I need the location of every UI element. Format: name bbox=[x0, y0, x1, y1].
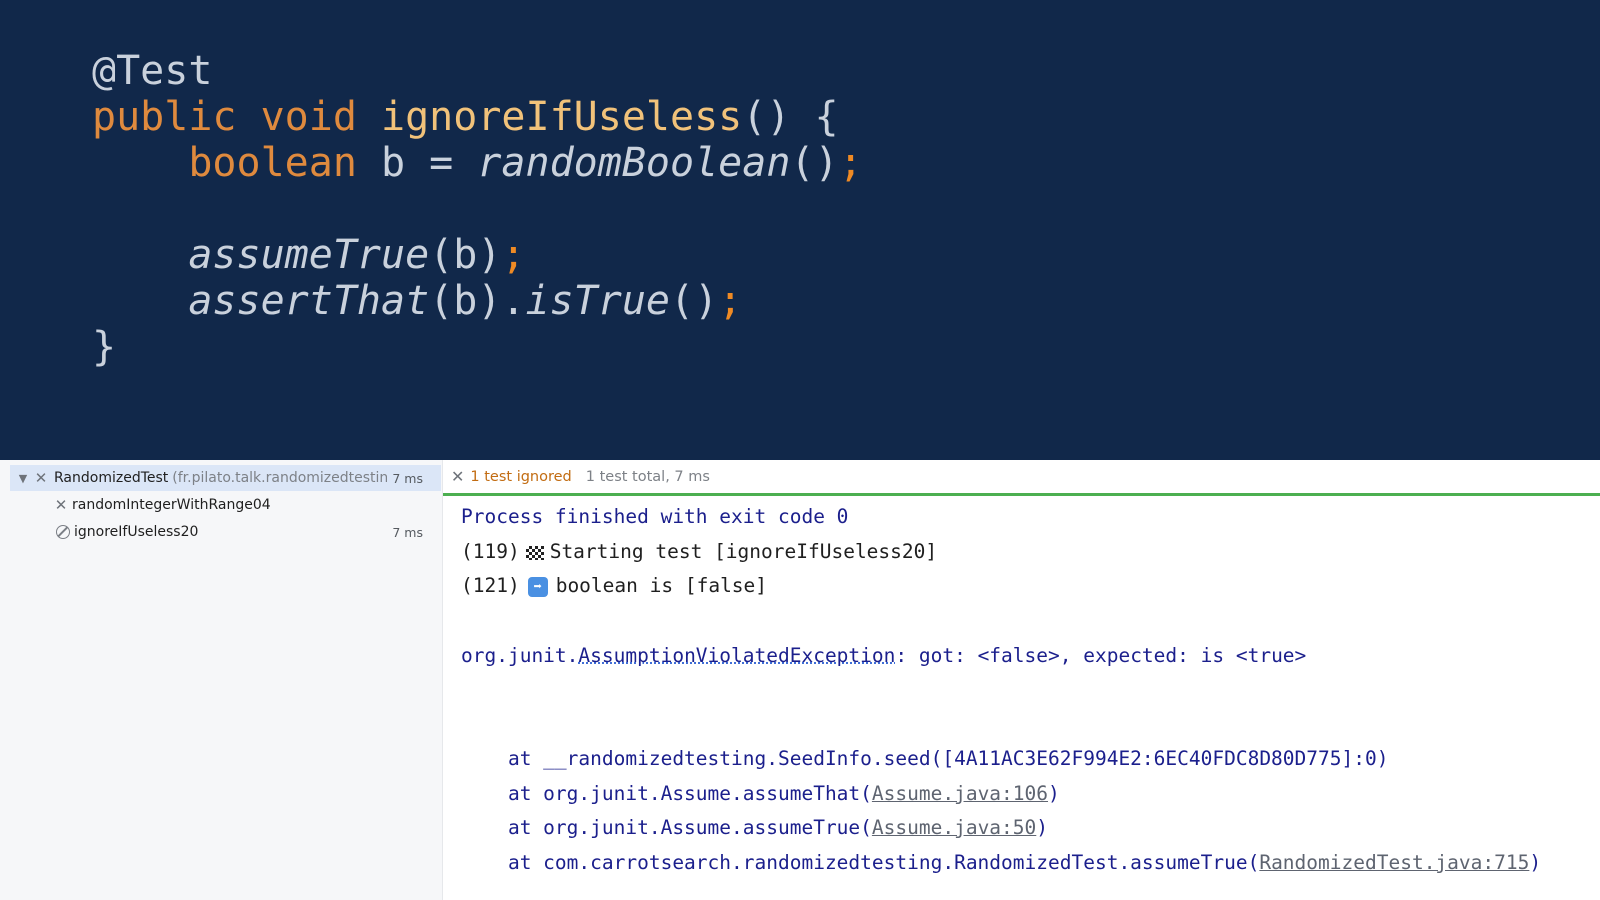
code-line-assume-true: assumeTrue(b); bbox=[92, 232, 526, 278]
tree-root-package: (fr.pilato.talk.randomizedtestin bbox=[172, 470, 388, 486]
chevron-down-icon[interactable]: ▼ bbox=[14, 472, 32, 485]
tree-row-root[interactable]: ▼ ✕ RandomizedTest (fr.pilato.talk.rando… bbox=[10, 465, 441, 491]
test-tree: ▼ ✕ RandomizedTest (fr.pilato.talk.rando… bbox=[0, 460, 443, 900]
tree-root-time: 7 ms bbox=[392, 470, 423, 486]
source-link[interactable]: Assume.java:106 bbox=[872, 782, 1048, 805]
close-paren: ) bbox=[1048, 782, 1060, 805]
checkered-flag-icon bbox=[525, 545, 544, 560]
test-status-bar: ✕ 1 test ignored 1 test total, 7 ms bbox=[443, 460, 1600, 496]
code-line-close-brace: } bbox=[92, 324, 117, 370]
console-line-121: (121) ➡ boolean is [false] bbox=[461, 574, 767, 597]
call-is-true: isTrue bbox=[525, 278, 670, 324]
semicolon: ; bbox=[838, 140, 863, 186]
close-icon: ✕ bbox=[451, 467, 465, 486]
call-random-boolean: randomBoolean bbox=[477, 140, 791, 186]
close-icon: ✕ bbox=[54, 496, 68, 514]
semicolon: ; bbox=[718, 278, 743, 324]
tree-item-label: randomIntegerWithRange04 bbox=[72, 497, 271, 513]
ignored-icon bbox=[56, 525, 70, 539]
keyword-void: void bbox=[260, 94, 357, 140]
call-assume-true: assumeTrue bbox=[188, 232, 430, 278]
stack-frame: at org.junit.Assume.assumeThat( bbox=[461, 782, 872, 805]
right-arrow-icon: ➡ bbox=[527, 576, 548, 597]
exception-class-link[interactable]: AssumptionViolatedException bbox=[578, 644, 895, 667]
console-line-119: (119) Starting test [ignoreIfUseless20] bbox=[461, 540, 937, 563]
stacktrace-line-2: at org.junit.Assume.assumeThat(Assume.ja… bbox=[461, 782, 1060, 805]
keyword-public: public bbox=[92, 94, 237, 140]
status-total: 1 test total, 7 ms bbox=[585, 468, 710, 485]
parens: () bbox=[790, 140, 839, 186]
console-process-line: Process finished with exit code 0 bbox=[461, 505, 849, 528]
stacktrace-line-4: at com.carrotsearch.randomizedtesting.Ra… bbox=[461, 851, 1541, 874]
source-link[interactable]: Assume.java:50 bbox=[872, 816, 1036, 839]
tree-item-random-integer[interactable]: ✕ randomIntegerWithRange04 bbox=[54, 492, 441, 518]
stack-frame: at com.carrotsearch.randomizedtesting.Ra… bbox=[461, 851, 1260, 874]
code-line-assert-that: assertThat(b).isTrue(); bbox=[92, 278, 742, 324]
console-exception-line: org.junit.AssumptionViolatedException: g… bbox=[461, 644, 1306, 667]
line-text: Starting test [ignoreIfUseless20] bbox=[549, 540, 938, 563]
close-paren: ) bbox=[1036, 816, 1049, 839]
close-icon: ✕ bbox=[34, 469, 48, 487]
status-ignored: 1 test ignored bbox=[470, 468, 572, 485]
tree-item-time: 7 ms bbox=[392, 524, 423, 540]
close-paren: ) bbox=[1529, 851, 1542, 874]
call-assert-that: assertThat bbox=[188, 278, 430, 324]
tree-item-label: ignoreIfUseless20 bbox=[74, 524, 199, 540]
line-prefix: (119) bbox=[461, 540, 520, 563]
code-editor[interactable]: @Test public void ignoreIfUseless() { bo… bbox=[0, 0, 1600, 460]
var-assign: b = bbox=[356, 140, 478, 186]
exception-package: org.junit. bbox=[461, 644, 579, 667]
keyword-boolean: boolean bbox=[188, 140, 357, 186]
source-link[interactable]: RandomizedTest.java:715 bbox=[1259, 851, 1529, 874]
stacktrace-line-1: at __randomizedtesting.SeedInfo.seed([4A… bbox=[461, 747, 1389, 770]
code-line-boolean-assign: boolean b = randomBoolean(); bbox=[92, 140, 863, 186]
stack-frame: at org.junit.Assume.assumeTrue( bbox=[461, 816, 872, 839]
args: (b). bbox=[429, 278, 526, 324]
args: (b) bbox=[429, 232, 502, 278]
method-parens: () { bbox=[742, 94, 839, 140]
tree-root-label: RandomizedTest bbox=[54, 470, 169, 486]
line-text: boolean is [false] bbox=[555, 574, 768, 597]
line-prefix: (121) bbox=[461, 574, 520, 597]
semicolon: ; bbox=[501, 232, 526, 278]
console-output[interactable]: ✕ 1 test ignored 1 test total, 7 ms Proc… bbox=[443, 460, 1600, 900]
stacktrace-line-3: at org.junit.Assume.assumeTrue(Assume.ja… bbox=[461, 816, 1048, 839]
code-line-annotation: @Test bbox=[92, 48, 213, 94]
exception-message: : got: <false>, expected: is <true> bbox=[895, 644, 1307, 667]
test-run-panel: ▼ ✕ RandomizedTest (fr.pilato.talk.rando… bbox=[0, 460, 1600, 900]
method-name: ignoreIfUseless bbox=[381, 94, 743, 140]
code-line-method-signature: public void ignoreIfUseless() { bbox=[92, 94, 839, 140]
parens: () bbox=[669, 278, 719, 324]
tree-item-ignore-if-useless[interactable]: ignoreIfUseless20 7 ms bbox=[56, 519, 441, 545]
